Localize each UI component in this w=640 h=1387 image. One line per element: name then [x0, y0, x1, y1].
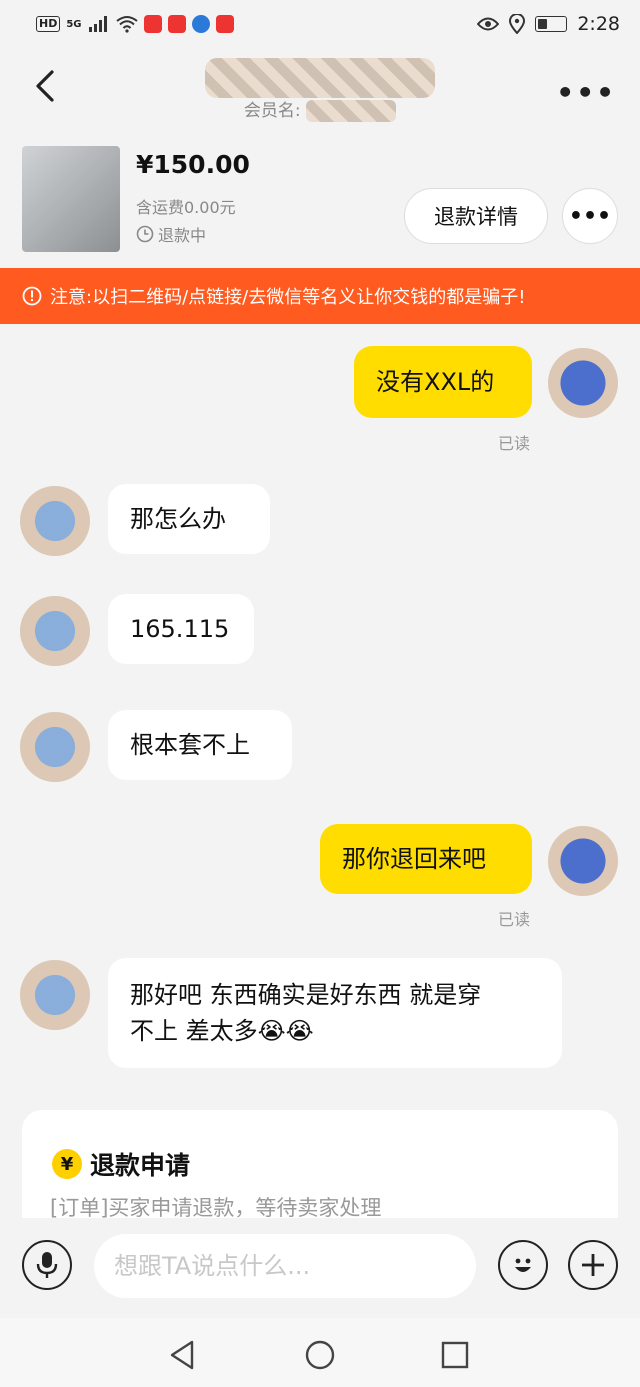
more-horizontal-icon[interactable]: •••	[556, 76, 616, 109]
emoji-icon[interactable]	[498, 1240, 548, 1290]
status-left-group: HD 5G	[36, 15, 234, 33]
notification-app-icon	[215, 15, 234, 33]
warning-text: 注意:以扫二维码/点链接/去微信等名义让你交钱的都是骗子!	[50, 287, 526, 308]
read-receipt: 已读	[498, 434, 531, 453]
notification-app-icon	[167, 15, 186, 33]
read-receipt: 已读	[498, 910, 531, 929]
refund-status: 退款中	[136, 222, 206, 246]
message-bubble-received[interactable]: 165.115	[108, 594, 254, 664]
product-thumbnail[interactable]	[22, 146, 120, 252]
status-bar: HD 5G 2:28	[0, 0, 640, 48]
message-bubble-received[interactable]: 根本套不上	[108, 710, 292, 780]
refund-card-title-row: ¥ 退款申请	[52, 1146, 190, 1182]
contact-avatar[interactable]	[20, 596, 90, 666]
hd-badge: HD	[36, 16, 61, 32]
message-line: 那好吧 东西确实是好东西 就是穿	[130, 981, 482, 1009]
alert-circle-icon	[22, 286, 42, 306]
chat-header: 会员名: •••	[0, 48, 640, 128]
wifi-icon	[115, 16, 138, 33]
yen-icon: ¥	[52, 1149, 82, 1179]
my-avatar[interactable]	[548, 826, 618, 896]
contact-avatar[interactable]	[20, 712, 90, 782]
status-right-group: 2:28	[477, 13, 620, 35]
warning-banner: 注意:以扫二维码/点链接/去微信等名义让你交钱的都是骗子!	[0, 268, 640, 324]
battery-icon	[535, 16, 568, 32]
message-line: 不上 差太多😭😭	[130, 1017, 314, 1045]
home-circle-icon[interactable]	[303, 1338, 337, 1372]
signal-icon	[88, 16, 107, 32]
eye-icon	[477, 17, 500, 31]
message-input[interactable]	[94, 1234, 476, 1298]
recents-square-icon[interactable]	[438, 1338, 472, 1372]
refund-card-title: 退款申请	[90, 1151, 191, 1180]
back-triangle-icon[interactable]	[166, 1338, 200, 1372]
chat-title	[0, 58, 640, 98]
member-name-row: 会员名:	[0, 96, 640, 122]
refund-card-description: [订单]买家申请退款，等待卖家处理	[50, 1196, 382, 1220]
notification-app-icon	[143, 15, 162, 33]
microphone-icon[interactable]	[22, 1240, 72, 1290]
refund-status-label: 退款中	[158, 226, 207, 245]
network-type: 5G	[66, 18, 82, 30]
product-card[interactable]: ¥150.00 含运费0.00元 退款中 退款详情 •••	[0, 136, 640, 266]
message-bubble-received[interactable]: 那怎么办	[108, 484, 270, 554]
censored-title-mosaic	[205, 58, 435, 98]
contact-avatar[interactable]	[20, 960, 90, 1030]
plus-icon[interactable]	[568, 1240, 618, 1290]
location-icon	[509, 14, 526, 34]
message-bubble-sent[interactable]: 没有XXL的	[354, 346, 532, 418]
product-more-button[interactable]: •••	[562, 188, 618, 244]
refund-detail-button[interactable]: 退款详情	[404, 188, 548, 244]
refund-request-card[interactable]: ¥ 退款申请 [订单]买家申请退款，等待卖家处理	[22, 1110, 618, 1220]
censored-member-mosaic	[306, 100, 397, 122]
product-price: ¥150.00	[136, 150, 250, 179]
message-bubble-sent[interactable]: 那你退回来吧	[320, 824, 532, 894]
message-bubble-received[interactable]: 那好吧 东西确实是好东西 就是穿 不上 差太多😭😭	[108, 958, 562, 1068]
clock: 2:28	[577, 13, 620, 35]
member-label: 会员名:	[243, 101, 301, 121]
shipping-info: 含运费0.00元	[136, 198, 236, 217]
contact-avatar[interactable]	[20, 486, 90, 556]
my-avatar[interactable]	[548, 348, 618, 418]
notification-app-icon	[191, 15, 210, 33]
system-navigation-bar	[0, 1318, 640, 1387]
clock-icon	[136, 225, 154, 243]
input-bar	[0, 1218, 640, 1318]
